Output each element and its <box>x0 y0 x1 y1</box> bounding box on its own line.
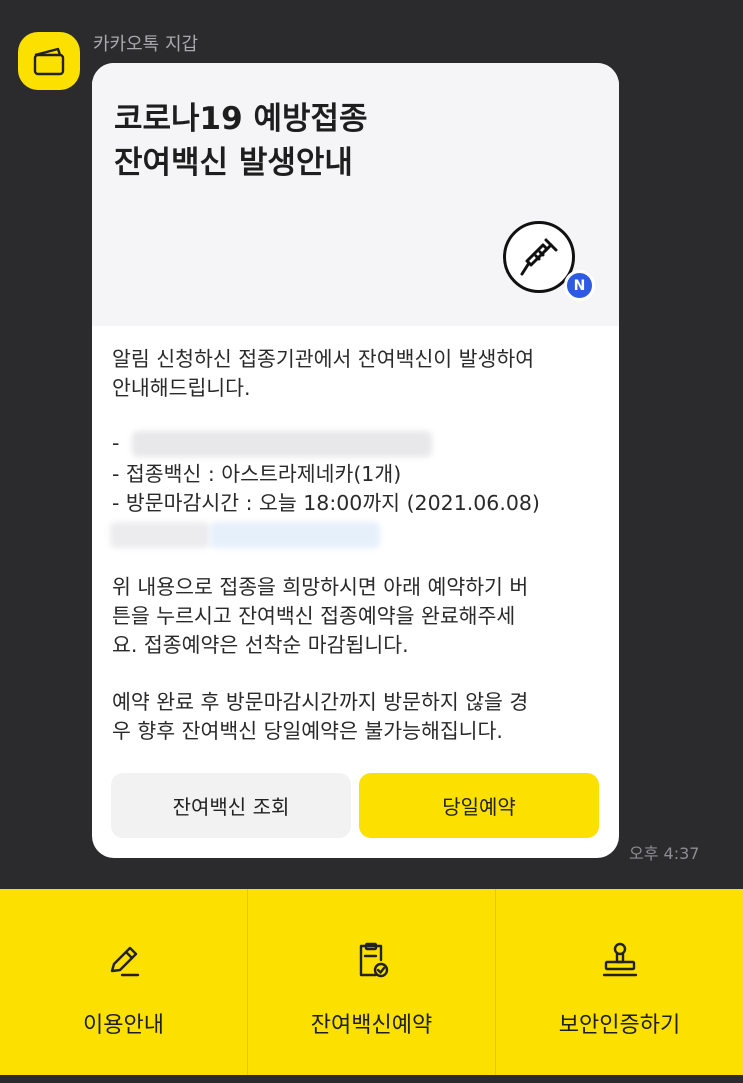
new-badge: N <box>564 270 595 301</box>
menu-vaccine-reservation[interactable]: 잔여백신예약 <box>247 889 495 1075</box>
bottom-menu: 이용안내 잔여백신예약 보안인증하기 <box>0 889 743 1075</box>
wallet-avatar[interactable] <box>18 32 80 90</box>
redacted-address <box>110 522 210 548</box>
menu-label: 보안인증하기 <box>558 1013 681 1038</box>
para3-line2: 우 향후 잔여백신 당일예약은 불가능해집니다. <box>112 719 503 743</box>
menu-security-auth[interactable]: 보안인증하기 <box>495 889 743 1075</box>
redacted-institution <box>132 431 432 457</box>
menu-usage-guide[interactable]: 이용안내 <box>0 889 247 1075</box>
wallet-icon <box>33 47 65 76</box>
bottom-strip <box>0 1075 743 1083</box>
para2-line2: 튼을 누르시고 잔여백신 접종예약을 완료해주세 <box>112 604 516 628</box>
intro-line2: 안내해드립니다. <box>112 376 251 400</box>
card-title-line2: 잔여백신 발생안내 <box>114 145 353 181</box>
card-header: 코로나19 예방접종 잔여백신 발생안내 N <box>92 63 619 326</box>
message-card: 코로나19 예방접종 잔여백신 발생안내 N 알림 신청하신 접종기관에서 잔여… <box>92 63 619 858</box>
card-title-line1: 코로나19 예방접종 <box>114 101 368 137</box>
clipboard-check-icon <box>359 942 388 978</box>
same-day-reserve-button[interactable]: 당일예약 <box>359 773 599 838</box>
message-time: 오후 4:37 <box>629 844 700 863</box>
detail-deadline: - 방문마감시간 : 오늘 18:00까지 (2021.06.08) <box>112 491 540 515</box>
pencil-icon <box>110 946 139 977</box>
detail-vaccine: - 접종백신 : 아스트라제네카(1개) <box>112 462 402 486</box>
redacted-link <box>210 522 380 548</box>
check-vaccine-button[interactable]: 잔여백신 조회 <box>111 773 351 838</box>
syringe-icon <box>520 238 558 276</box>
para2-line1: 위 내용으로 접종을 희망하시면 아래 예약하기 버 <box>112 575 529 599</box>
para3-line1: 예약 완료 후 방문마감시간까지 방문하지 않을 경 <box>112 690 529 714</box>
menu-label: 이용안내 <box>83 1013 164 1038</box>
card-title: 코로나19 예방접종 잔여백신 발생안내 <box>114 97 368 185</box>
menu-label: 잔여백신예약 <box>310 1013 433 1038</box>
intro-line1: 알림 신청하신 접종기관에서 잔여백신이 발생하여 <box>112 347 535 371</box>
sender-name: 카카오톡 지갑 <box>93 34 199 55</box>
stamp-icon <box>602 942 637 977</box>
detail-dash: - <box>112 431 120 455</box>
para2-line3: 요. 접종예약은 선착순 마감됩니다. <box>112 633 409 657</box>
